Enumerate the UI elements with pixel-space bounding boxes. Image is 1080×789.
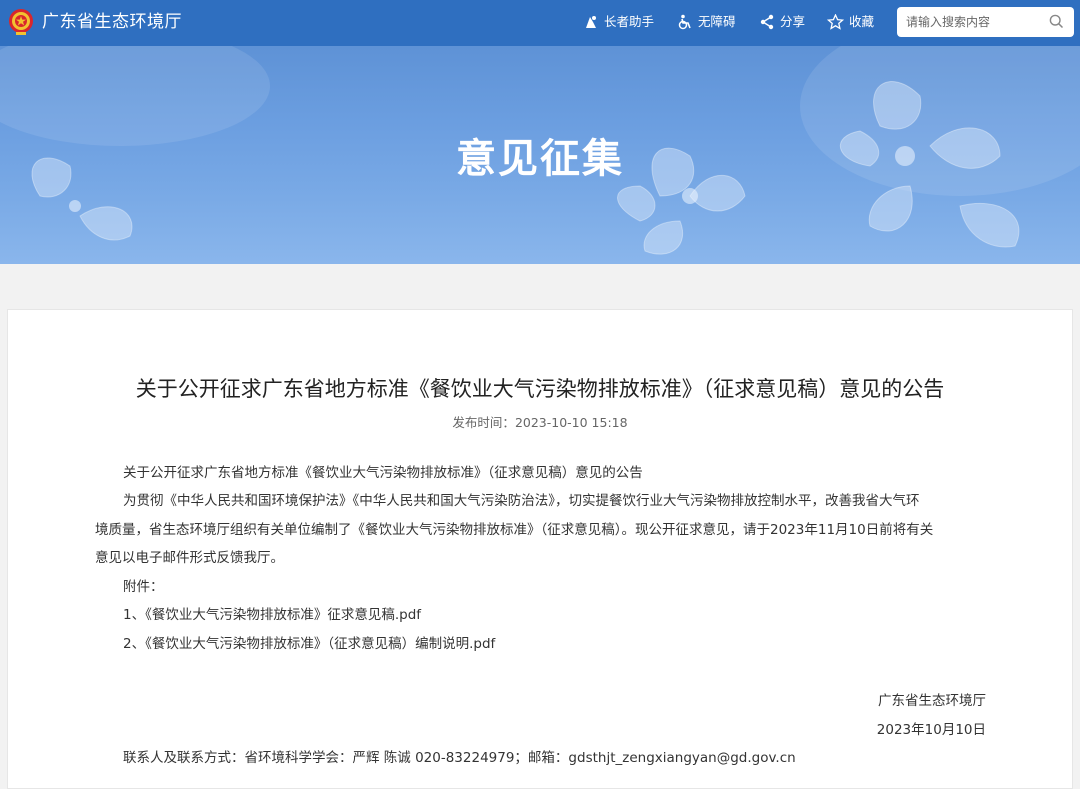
- attachment-link[interactable]: 1、《餐饮业大气污染物排放标准》征求意见稿.pdf: [123, 605, 421, 625]
- article-paragraph-2-line-1: 为贯彻《中华人民共和国环境保护法》《中华人民共和国大气污染防治法》，切实提餐饮行…: [123, 493, 920, 509]
- favorite-button[interactable]: 收藏: [827, 13, 874, 31]
- contact-info: 联系人及联系方式：省环境科学学会：严辉 陈诚 020-83224979；邮箱：g…: [123, 750, 796, 766]
- publish-time: 2023-10-10 15:18: [514, 415, 628, 430]
- article-paragraph-2-line-3: 意见以电子邮件形式反馈我厅。: [95, 550, 284, 566]
- article-meta: 发布时间：2023-10-10 15:18: [0, 414, 1080, 432]
- elder-assistant-label: 长者助手: [604, 14, 655, 29]
- article-paragraph-2-line-2: 境质量，省生态环境厅组织有关单位编制了《餐饮业大气污染物排放标准》（征求意见稿）…: [95, 522, 934, 538]
- signature-org: 广东省生态环境厅: [878, 693, 986, 709]
- article-paragraph-1: 关于公开征求广东省地方标准《餐饮业大气污染物排放标准》（征求意见稿）意见的公告: [123, 465, 643, 481]
- attachments-label: 附件：: [123, 579, 164, 595]
- search-input[interactable]: [906, 15, 1046, 29]
- share-icon: [760, 14, 774, 30]
- site-name[interactable]: 广东省生态环境厅: [42, 11, 182, 33]
- attachment-link[interactable]: 2、《餐饮业大气污染物排放标准》（征求意见稿）编制说明.pdf: [123, 634, 495, 654]
- favorite-label: 收藏: [849, 14, 875, 29]
- elder-assistant-button[interactable]: 长者助手: [583, 13, 654, 31]
- search-icon[interactable]: [1049, 14, 1064, 29]
- star-icon: [827, 14, 844, 30]
- share-label: 分享: [780, 14, 806, 29]
- banner-title: 意见征集: [456, 136, 624, 182]
- article-title: 关于公开征求广东省地方标准《餐饮业大气污染物排放标准》（征求意见稿）意见的公告: [135, 377, 945, 401]
- page-banner: 意见征集: [0, 46, 1080, 264]
- accessibility-button[interactable]: 无障碍: [677, 13, 736, 31]
- elder-assistant-icon: [586, 16, 596, 28]
- top-header: 广东省生态环境厅 长者助手 无障碍 分享 收藏: [0, 0, 1080, 46]
- national-emblem-icon: [9, 9, 33, 35]
- publish-label: 发布时间：: [452, 415, 515, 430]
- search-box[interactable]: [897, 7, 1074, 37]
- wheelchair-icon: [678, 14, 691, 30]
- accessibility-label: 无障碍: [698, 14, 736, 29]
- share-button[interactable]: 分享: [759, 13, 805, 31]
- signature-date: 2023年10月10日: [876, 722, 986, 738]
